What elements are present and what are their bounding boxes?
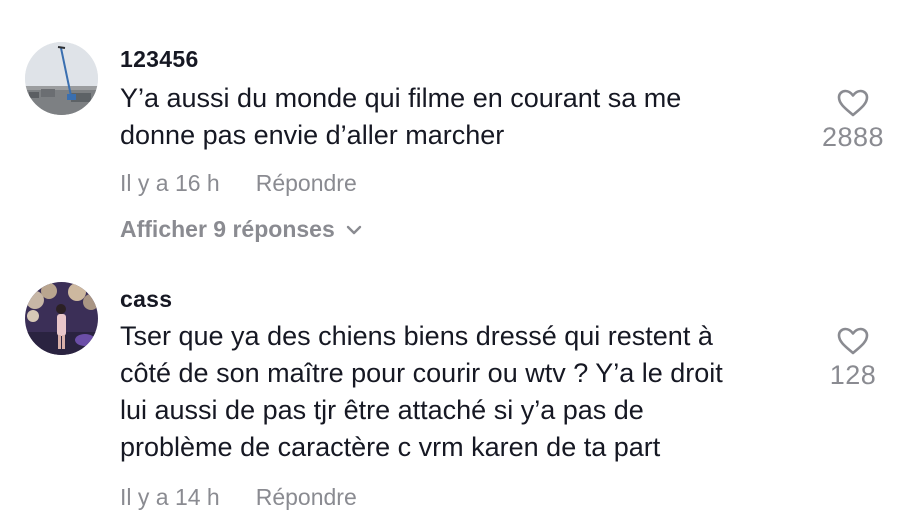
reply-button[interactable]: Répondre bbox=[256, 170, 357, 197]
comment-meta: Il y a 16 h Répondre bbox=[120, 170, 357, 197]
like-control: 128 bbox=[808, 326, 898, 391]
heart-outline-icon[interactable] bbox=[836, 88, 870, 118]
reply-button[interactable]: Répondre bbox=[256, 484, 357, 511]
avatar[interactable] bbox=[25, 42, 98, 115]
comment-timestamp: Il y a 14 h bbox=[120, 484, 220, 510]
view-replies-label: Afficher 9 réponses bbox=[120, 216, 335, 242]
avatar-crane-image bbox=[25, 42, 98, 115]
like-control: 2888 bbox=[808, 88, 898, 153]
chevron-down-icon bbox=[346, 225, 361, 234]
comment-meta: Il y a 14 h Répondre bbox=[120, 484, 357, 511]
previous-comment-fragment bbox=[0, 0, 914, 2]
view-replies-button[interactable]: Afficher 9 réponses bbox=[120, 216, 363, 243]
comment-text: Y’a aussi du monde qui filme en courant … bbox=[120, 80, 800, 154]
comment-timestamp: Il y a 16 h bbox=[120, 170, 220, 196]
comment-text-line: Tser que ya des chiens biens dressé qui … bbox=[120, 321, 713, 351]
comment-text: Tser que ya des chiens biens dressé qui … bbox=[120, 318, 800, 466]
comment-username[interactable]: 123456 bbox=[120, 46, 199, 73]
avatar-person-image bbox=[25, 282, 98, 355]
comment-username[interactable]: cass bbox=[120, 286, 172, 313]
comment-text-line: donne pas envie d’aller marcher bbox=[120, 120, 505, 150]
like-count: 2888 bbox=[821, 122, 885, 152]
heart-outline-icon[interactable] bbox=[836, 326, 870, 356]
comment-text-line: problème de caractère c vrm karen de ta … bbox=[120, 432, 661, 462]
avatar[interactable] bbox=[25, 282, 98, 355]
like-count: 128 bbox=[829, 360, 877, 390]
comment-text-line: Y’a aussi du monde qui filme en courant … bbox=[120, 83, 682, 113]
comment-text-line: lui aussi de pas tjr être attaché si y’a… bbox=[120, 395, 644, 425]
comment-text-line: côté de son maître pour courir ou wtv ? … bbox=[120, 358, 723, 388]
